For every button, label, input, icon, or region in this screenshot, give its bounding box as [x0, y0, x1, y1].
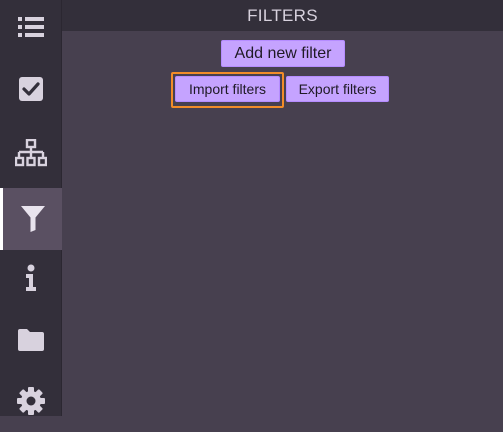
- folder-icon: [18, 329, 44, 351]
- sidebar: [0, 0, 62, 416]
- sidebar-item-tasks[interactable]: [0, 58, 62, 120]
- sidebar-item-filters[interactable]: [0, 188, 62, 250]
- filter-icon: [20, 206, 45, 232]
- sidebar-item-files[interactable]: [0, 309, 62, 371]
- sidebar-item-list[interactable]: [0, 0, 62, 58]
- gear-icon: [17, 387, 45, 415]
- add-filter-button[interactable]: Add new filter: [221, 40, 345, 67]
- page-title: FILTERS: [247, 5, 318, 25]
- network-icon: [15, 139, 47, 167]
- panel-header: FILTERS: [62, 0, 503, 31]
- info-icon: [26, 264, 36, 291]
- sidebar-item-info[interactable]: [0, 247, 62, 309]
- sidebar-item-network[interactable]: [0, 122, 62, 184]
- export-filters-button[interactable]: Export filters: [286, 76, 389, 102]
- checkbox-icon: [19, 77, 43, 101]
- filters-panel: Add new filter Import filters Export fil…: [62, 31, 503, 416]
- list-icon: [18, 17, 44, 37]
- sidebar-item-settings[interactable]: [0, 370, 62, 432]
- import-filters-button[interactable]: Import filters: [175, 76, 280, 102]
